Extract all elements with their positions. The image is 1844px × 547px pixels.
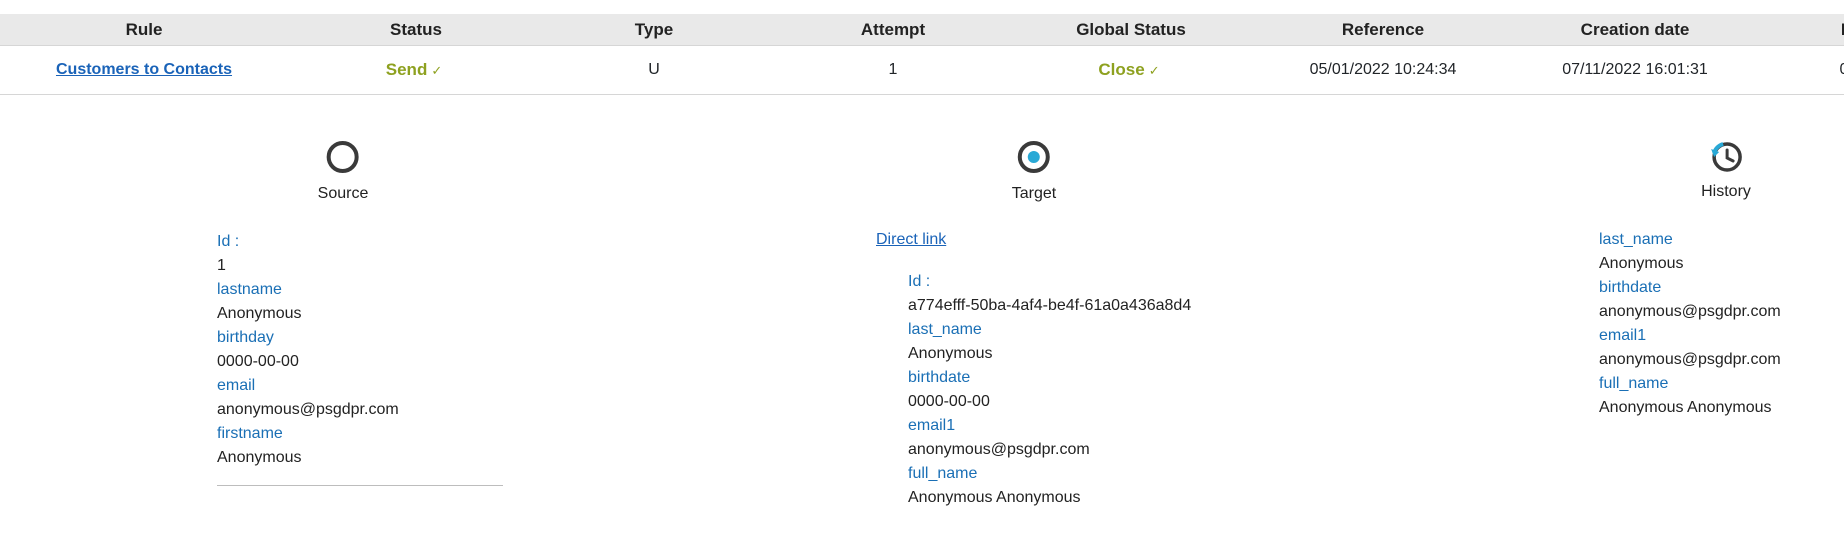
target-fields: Id : a774efff-50ba-4af4-be4f-61a0a436a8d… xyxy=(908,270,1191,510)
history-header: History xyxy=(1701,140,1751,201)
source-divider xyxy=(217,485,503,486)
history-field-value: anonymous@psgdpr.com xyxy=(1599,303,1781,320)
target-field-value: Anonymous xyxy=(908,345,993,362)
col-header-status[interactable]: Status xyxy=(390,14,442,45)
history-field-value: Anonymous xyxy=(1599,255,1684,272)
col-header-attempt[interactable]: Attempt xyxy=(861,14,925,45)
target-field-value: Anonymous Anonymous xyxy=(908,489,1081,506)
status-cell: Send ✓ xyxy=(386,46,442,94)
status-text: Send xyxy=(385,60,428,79)
creation-date-cell: 07/11/2022 16:01:31 xyxy=(1562,61,1708,78)
direct-link[interactable]: Direct link xyxy=(876,231,946,249)
source-title: Source xyxy=(317,185,369,202)
target-field-value: anonymous@psgdpr.com xyxy=(908,441,1090,458)
history-title: History xyxy=(1701,183,1751,200)
history-clock-icon xyxy=(1711,142,1742,172)
history-fields: last_name Anonymous birthdate anonymous@… xyxy=(1599,228,1781,420)
source-header: Source xyxy=(317,140,369,203)
reference-cell: 05/01/2022 10:24:34 xyxy=(1309,61,1457,78)
col-header-rule[interactable]: Rule xyxy=(126,14,163,45)
cutoff-cell: 0 xyxy=(1840,46,1844,94)
source-field-value: 1 xyxy=(217,257,226,274)
history-field-value: anonymous@psgdpr.com xyxy=(1599,351,1781,368)
rule-link[interactable]: Customers to Contacts xyxy=(56,61,232,78)
target-field-label: full_name xyxy=(908,465,978,482)
history-field-label: full_name xyxy=(1599,375,1669,392)
source-field-value: anonymous@psgdpr.com xyxy=(217,401,399,418)
source-field-label: birthday xyxy=(217,329,274,346)
source-field-value: Anonymous xyxy=(217,449,302,466)
source-field-label: firstname xyxy=(217,425,283,442)
target-field-label: email1 xyxy=(908,417,956,434)
source-field-value: Anonymous xyxy=(217,305,302,322)
col-header-type[interactable]: Type xyxy=(635,14,673,45)
attempt-cell: 1 xyxy=(888,61,898,78)
target-title: Target xyxy=(1011,185,1057,202)
table-header: Rule Status Type Attempt Global Status R… xyxy=(0,14,1844,46)
source-fields: Id : 1 lastname Anonymous birthday 0000-… xyxy=(217,230,399,470)
col-header-global-status[interactable]: Global Status xyxy=(1076,14,1186,45)
source-field-label: Id : xyxy=(217,233,240,250)
table-row: Customers to Contacts Send ✓ U 1 Close ✓ 0… xyxy=(0,46,1844,95)
target-field-value: 0000-00-00 xyxy=(908,393,990,410)
target-field-value: a774efff-50ba-4af4-be4f-61a0a436a8d4 xyxy=(908,297,1192,314)
history-field-value: Anonymous Anonymous xyxy=(1599,399,1772,416)
target-field-label: birthdate xyxy=(908,369,971,386)
type-cell: U xyxy=(648,61,660,78)
check-icon: ✓ xyxy=(431,63,443,78)
history-field-label: email1 xyxy=(1599,327,1647,344)
target-field-label: Id : xyxy=(908,273,931,290)
source-field-label: email xyxy=(217,377,256,394)
source-field-value: 0000-00-00 xyxy=(217,353,299,370)
radio-target-icon xyxy=(1018,141,1050,173)
history-field-label: last_name xyxy=(1599,231,1673,248)
global-status-text: Close xyxy=(1098,60,1145,79)
history-field-label: birthdate xyxy=(1599,279,1662,296)
target-header: Target xyxy=(1012,140,1056,203)
rule-cell: Customers to Contacts xyxy=(56,46,232,94)
col-header-creation-date[interactable]: Creation date xyxy=(1581,14,1690,45)
col-header-reference[interactable]: Reference xyxy=(1342,14,1424,45)
global-status-cell: Close ✓ xyxy=(1098,46,1159,94)
check-icon: ✓ xyxy=(1148,63,1160,78)
source-field-label: lastname xyxy=(217,281,282,298)
circle-outline-icon xyxy=(326,141,359,173)
target-field-label: last_name xyxy=(908,321,982,338)
